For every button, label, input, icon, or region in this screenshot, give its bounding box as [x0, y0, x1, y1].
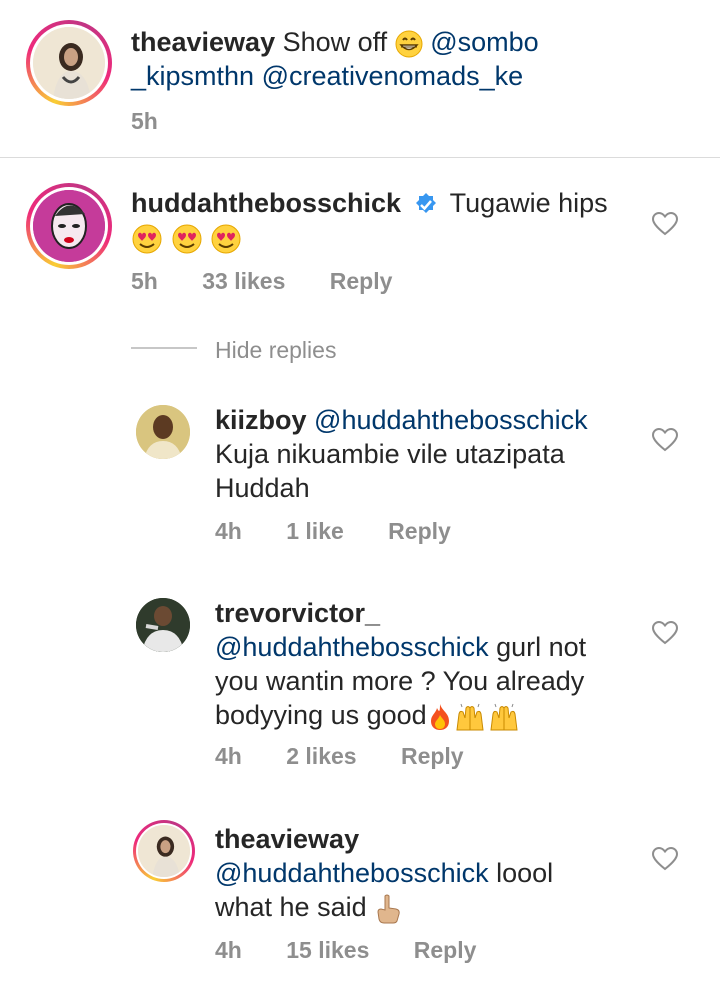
reply-time: 4h	[215, 937, 242, 963]
reply-avatar-trevorvictor[interactable]	[135, 597, 191, 653]
like-heart-icon[interactable]	[652, 847, 678, 871]
heart-eyes-emojis	[131, 222, 242, 254]
reply-text: loool	[496, 858, 554, 888]
comment-text: Tugawie hips	[449, 188, 608, 218]
reply-username[interactable]: theavieway	[215, 824, 359, 854]
like-heart-icon[interactable]	[652, 212, 678, 236]
mention-link[interactable]: @huddahthebosschick	[314, 405, 588, 435]
mention-link[interactable]: @sombo	[430, 27, 538, 57]
reply-text: Huddah	[215, 473, 310, 503]
comment-likes[interactable]: 33 likes	[202, 268, 285, 294]
mention-link[interactable]: @creativenomads_ke	[262, 61, 524, 91]
grinning-face-icon	[395, 30, 423, 58]
reply-avatar-theavieway[interactable]	[133, 820, 195, 882]
reply-likes[interactable]: 2 likes	[286, 743, 356, 769]
reply-text: what he said	[215, 892, 367, 922]
hide-replies-label[interactable]: Hide replies	[215, 337, 336, 363]
raised-hands-icon	[456, 703, 484, 731]
hide-replies-button[interactable]: Hide replies	[215, 337, 374, 364]
raised-hands-icon	[490, 703, 518, 731]
mention-link[interactable]: _kipsmthn	[131, 61, 254, 91]
heart-eyes-icon	[172, 224, 202, 254]
reply-time: 4h	[215, 743, 242, 769]
person-photo-icon	[138, 825, 190, 877]
reply-text: you wantin more ? You already	[215, 666, 585, 696]
reply-username[interactable]: trevorvictor_	[215, 598, 380, 628]
heart-eyes-icon	[132, 224, 162, 254]
reply-avatar-kiizboy[interactable]	[135, 404, 191, 460]
comment-username[interactable]: huddahthebosschick	[131, 188, 401, 218]
reply-time: 4h	[215, 518, 242, 544]
like-heart-icon[interactable]	[652, 428, 678, 452]
mention-link[interactable]: @huddahthebosschick	[215, 632, 489, 662]
verified-badge-icon	[415, 192, 436, 213]
person-photo-icon	[33, 27, 105, 99]
reply-button[interactable]: Reply	[330, 268, 393, 294]
caption-time: 5h	[131, 108, 158, 134]
reply-likes[interactable]: 1 like	[286, 518, 344, 544]
divider	[0, 157, 720, 158]
cartoon-portrait-icon	[33, 190, 105, 262]
reply-text: bodyying us good	[215, 700, 427, 730]
comment-avatar[interactable]	[26, 183, 112, 269]
caption-text: Show off	[282, 27, 388, 57]
reply-likes[interactable]: 15 likes	[286, 937, 369, 963]
caption-username[interactable]: theavieway	[131, 27, 275, 57]
hide-replies-line	[131, 347, 197, 349]
mention-link[interactable]: @huddahthebosschick	[215, 858, 489, 888]
caption-avatar[interactable]	[26, 20, 112, 106]
reply-text: gurl not	[496, 632, 587, 662]
comment-time: 5h	[131, 268, 158, 294]
pointing-up-hand-icon	[377, 894, 400, 924]
fire-icon	[430, 703, 449, 730]
person-photo-icon	[136, 405, 190, 459]
like-heart-icon[interactable]	[652, 621, 678, 645]
reply-username[interactable]: kiizboy	[215, 405, 307, 435]
person-photo-icon	[136, 598, 190, 652]
reply-button[interactable]: Reply	[401, 743, 464, 769]
reply-text: Kuja nikuambie vile utazipata	[215, 439, 565, 469]
heart-eyes-icon	[211, 224, 241, 254]
reply-button[interactable]: Reply	[388, 518, 451, 544]
reply-button[interactable]: Reply	[414, 937, 477, 963]
